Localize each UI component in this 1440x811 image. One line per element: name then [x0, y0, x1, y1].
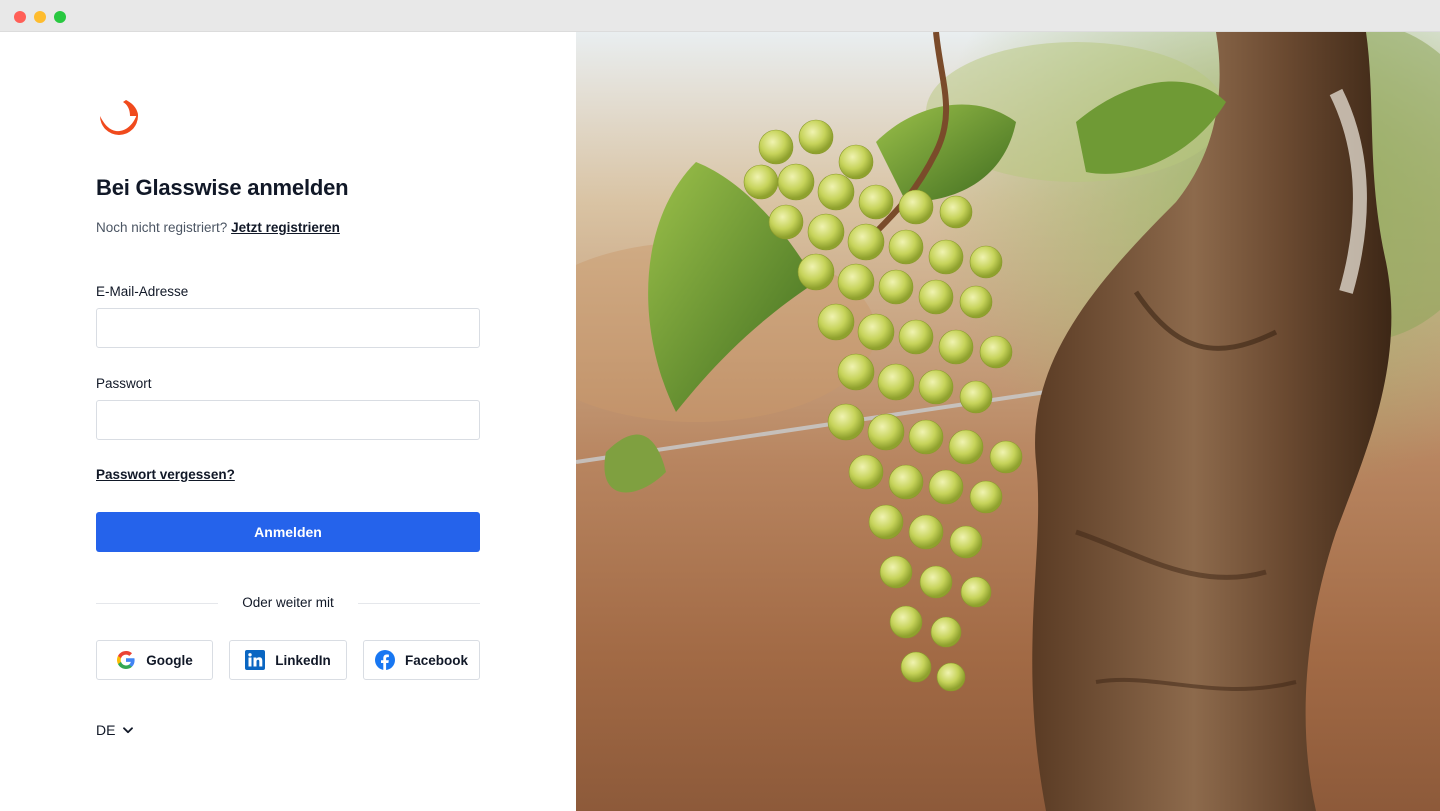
chevron-down-icon [123, 726, 134, 733]
login-button[interactable]: Anmelden [96, 512, 480, 552]
forgot-password-link[interactable]: Passwort vergessen? [96, 467, 235, 482]
email-label: E-Mail-Adresse [96, 284, 189, 299]
divider-line-right [358, 603, 480, 604]
vineyard-illustration [576, 32, 1440, 811]
linkedin-label: LinkedIn [275, 652, 331, 668]
google-icon [117, 651, 135, 669]
window-maximize-button[interactable] [54, 11, 66, 23]
window-minimize-button[interactable] [34, 11, 46, 23]
facebook-icon [374, 650, 395, 670]
page-title: Bei Glasswise anmelden [96, 175, 349, 200]
password-label: Passwort [96, 376, 152, 391]
register-prompt-text: Noch nicht registriert? [96, 220, 228, 235]
window-close-button[interactable] [14, 11, 26, 23]
divider-text: Oder weiter mit [242, 595, 334, 610]
login-panel: Bei Glasswise anmelden Noch nicht regist… [0, 32, 576, 811]
language-selector[interactable]: DE [96, 722, 134, 738]
vineyard-grape-photo [576, 32, 1440, 811]
glasswise-logo-icon [100, 100, 138, 135]
linkedin-login-button[interactable]: LinkedIn [229, 640, 347, 680]
google-label: Google [146, 652, 193, 668]
password-field[interactable] [96, 400, 480, 440]
register-link[interactable]: Jetzt registrieren [231, 220, 340, 235]
facebook-login-button[interactable]: Facebook [363, 640, 480, 680]
divider-line-left [96, 603, 218, 604]
window-titlebar [0, 0, 1440, 32]
language-value: DE [96, 722, 116, 738]
facebook-label: Facebook [404, 652, 469, 668]
register-prompt: Noch nicht registriert? Jetzt registrier… [96, 220, 340, 235]
google-login-button[interactable]: Google [96, 640, 213, 680]
email-field[interactable] [96, 308, 480, 348]
linkedin-icon [245, 650, 266, 670]
